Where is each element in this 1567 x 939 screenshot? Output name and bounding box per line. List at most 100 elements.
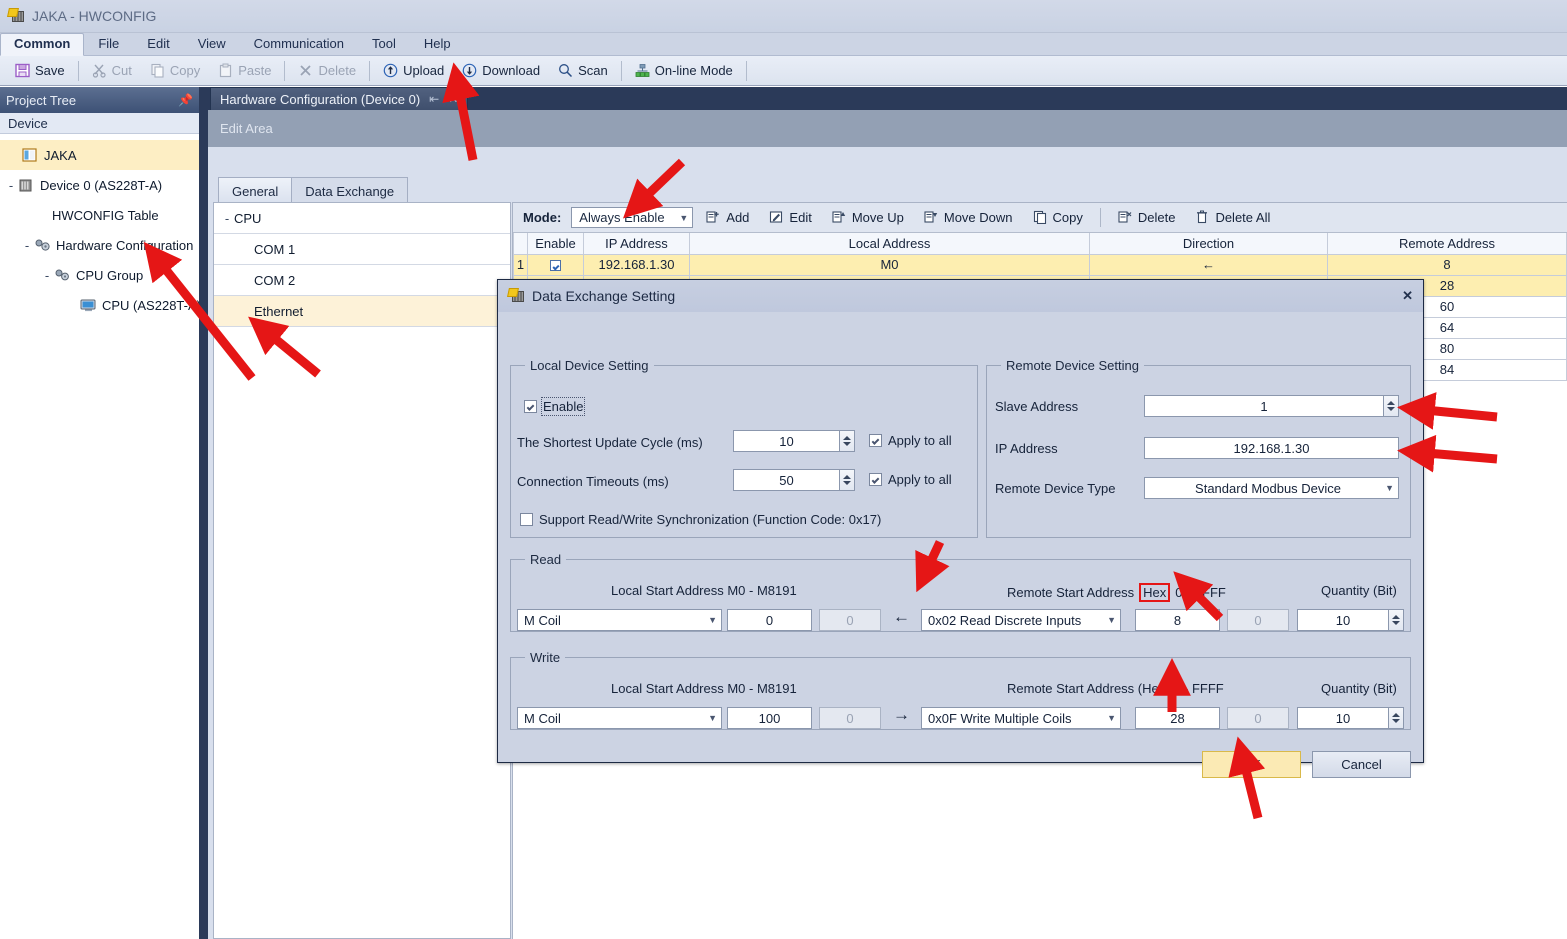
sync-support-row[interactable]: Support Read/Write Synchronization (Func… bbox=[520, 512, 881, 527]
apply-to-all-checkbox[interactable] bbox=[869, 473, 882, 486]
download-button[interactable]: Download bbox=[453, 61, 549, 80]
cpu-port-tree-item-com1[interactable]: COM 1 bbox=[214, 234, 510, 265]
cancel-button[interactable]: Cancel bbox=[1312, 751, 1411, 778]
tab-close-icon[interactable]: ✕ bbox=[448, 92, 458, 106]
project-tree-header: Project Tree 📌 bbox=[0, 87, 199, 113]
column-header-remote-address[interactable]: Remote Address bbox=[1328, 233, 1567, 254]
connection-timeout-apply-all-row[interactable]: Apply to all bbox=[869, 472, 952, 487]
sync-support-checkbox[interactable] bbox=[520, 513, 533, 526]
connection-timeout-spin-buttons[interactable] bbox=[840, 469, 855, 491]
toolbar-separator bbox=[746, 61, 747, 81]
enable-checkbox-row[interactable]: Enable bbox=[524, 399, 583, 414]
panel-splitter[interactable] bbox=[199, 87, 208, 939]
cpu-port-tree-item-ethernet[interactable]: Ethernet bbox=[214, 296, 510, 327]
tree-node-cpu-group[interactable]: - CPU Group bbox=[0, 260, 199, 290]
tree-node-hardware-configuration[interactable]: - Hardware Configuration bbox=[0, 230, 199, 260]
slave-address-stepper[interactable]: 1 bbox=[1144, 395, 1399, 417]
write-local-type-select[interactable]: M Coil ▼ bbox=[517, 707, 722, 729]
cpu-port-tree-item-cpu[interactable]: - CPU bbox=[214, 203, 510, 234]
add-button[interactable]: Add bbox=[699, 210, 756, 225]
slave-address-spin-buttons[interactable] bbox=[1384, 395, 1399, 417]
read-quantity-stepper[interactable]: 10 bbox=[1297, 609, 1404, 631]
copy-button-label: Copy bbox=[170, 63, 200, 78]
delete-all-button[interactable]: Delete All bbox=[1188, 210, 1277, 225]
delete-row-button[interactable]: Delete bbox=[1111, 210, 1183, 225]
tree-expander[interactable]: - bbox=[4, 178, 18, 193]
menu-item-tool[interactable]: Tool bbox=[358, 33, 410, 55]
mode-select[interactable]: Always Enable ▼ bbox=[571, 207, 693, 228]
column-header-direction[interactable]: Direction bbox=[1090, 233, 1328, 254]
edit-button[interactable]: Edit bbox=[762, 210, 818, 225]
save-button[interactable]: Save bbox=[6, 61, 74, 80]
cut-button[interactable]: Cut bbox=[83, 61, 141, 80]
tab-data-exchange[interactable]: Data Exchange bbox=[291, 177, 408, 202]
slave-address-input[interactable]: 1 bbox=[1144, 395, 1384, 417]
update-cycle-input[interactable]: 10 bbox=[733, 430, 840, 452]
online-mode-button[interactable]: On-line Mode bbox=[626, 61, 742, 80]
menu-item-communication[interactable]: Communication bbox=[240, 33, 358, 55]
write-quantity-spin-buttons[interactable] bbox=[1389, 707, 1404, 729]
menu-item-file[interactable]: File bbox=[84, 33, 133, 55]
copy-row-button[interactable]: Copy bbox=[1026, 210, 1090, 225]
tree-node-jaka[interactable]: JAKA bbox=[0, 140, 199, 170]
tree-expander[interactable]: - bbox=[220, 211, 234, 226]
read-remote-start-input[interactable]: 8 bbox=[1135, 609, 1220, 631]
connection-timeout-input[interactable]: 50 bbox=[733, 469, 840, 491]
move-up-button[interactable]: Move Up bbox=[825, 210, 911, 225]
connection-timeout-stepper[interactable]: 50 bbox=[733, 469, 855, 491]
update-cycle-apply-all-row[interactable]: Apply to all bbox=[869, 433, 952, 448]
tab-pin-icon[interactable]: ⇤ bbox=[429, 92, 439, 106]
remote-ip-address-input[interactable]: 192.168.1.30 bbox=[1144, 437, 1399, 459]
write-remote-aux-input: 0 bbox=[1227, 707, 1289, 729]
read-quantity-spin-buttons[interactable] bbox=[1389, 609, 1404, 631]
ok-button[interactable]: OK bbox=[1202, 751, 1301, 778]
menu-item-edit[interactable]: Edit bbox=[133, 33, 183, 55]
read-local-start-input[interactable]: 0 bbox=[727, 609, 812, 631]
upload-button[interactable]: Upload bbox=[374, 61, 453, 80]
write-quantity-stepper[interactable]: 10 bbox=[1297, 707, 1404, 729]
write-remote-start-input[interactable]: 28 bbox=[1135, 707, 1220, 729]
tab-general[interactable]: General bbox=[218, 177, 292, 202]
tree-expander[interactable]: - bbox=[20, 238, 34, 253]
read-remote-header: Remote Start Address Hex 0 - FFFF bbox=[1007, 583, 1226, 602]
update-cycle-spin-buttons[interactable] bbox=[840, 430, 855, 452]
menu-item-common[interactable]: Common bbox=[0, 33, 84, 56]
paste-button[interactable]: Paste bbox=[209, 61, 280, 80]
chevron-down-icon: ▼ bbox=[708, 713, 717, 723]
enable-checkbox[interactable] bbox=[550, 260, 561, 271]
column-header-ip-address[interactable]: IP Address bbox=[584, 233, 690, 254]
copy-button[interactable]: Copy bbox=[141, 61, 209, 80]
read-direction-icon: ← bbox=[893, 607, 910, 627]
update-cycle-stepper[interactable]: 10 bbox=[733, 430, 855, 452]
tree-expander[interactable]: - bbox=[40, 268, 54, 283]
column-header-index[interactable] bbox=[514, 233, 528, 254]
tree-node-hwconfig-table[interactable]: HWCONFIG Table bbox=[0, 200, 199, 230]
delete-button[interactable]: Delete bbox=[289, 61, 365, 80]
write-local-start-input[interactable]: 100 bbox=[727, 707, 812, 729]
cell-enable[interactable] bbox=[528, 254, 584, 275]
column-header-local-address[interactable]: Local Address bbox=[690, 233, 1090, 254]
apply-to-all-checkbox[interactable] bbox=[869, 434, 882, 447]
close-icon[interactable]: ✕ bbox=[1402, 288, 1413, 304]
move-down-button[interactable]: Move Down bbox=[917, 210, 1020, 225]
tree-node-device-0[interactable]: - Device 0 (AS228T-A) bbox=[0, 170, 199, 200]
write-function-code-select[interactable]: 0x0F Write Multiple Coils ▼ bbox=[921, 707, 1121, 729]
column-header-enable[interactable]: Enable bbox=[528, 233, 584, 254]
cpu-port-tree-item-com2[interactable]: COM 2 bbox=[214, 265, 510, 296]
pin-icon[interactable]: 📌 bbox=[178, 93, 193, 107]
read-function-code-select[interactable]: 0x02 Read Discrete Inputs ▼ bbox=[921, 609, 1121, 631]
write-quantity-input[interactable]: 10 bbox=[1297, 707, 1389, 729]
read-local-type-select[interactable]: M Coil ▼ bbox=[517, 609, 722, 631]
paste-button-label: Paste bbox=[238, 63, 271, 78]
menu-item-help[interactable]: Help bbox=[410, 33, 465, 55]
document-tab-hardware-configuration[interactable]: Hardware Configuration (Device 0) ⇤ ✕ bbox=[210, 87, 468, 110]
remote-device-type-select[interactable]: Standard Modbus Device ▼ bbox=[1144, 477, 1399, 499]
dialog-title-bar: Data Exchange Setting ✕ bbox=[498, 280, 1423, 312]
scan-button[interactable]: Scan bbox=[549, 61, 617, 80]
table-row[interactable]: 1 192.168.1.30 M0 ← 8 bbox=[514, 254, 1567, 275]
tree-node-cpu[interactable]: CPU (AS228T-A) bbox=[0, 290, 199, 320]
read-quantity-input[interactable]: 10 bbox=[1297, 609, 1389, 631]
menu-item-view[interactable]: View bbox=[184, 33, 240, 55]
tree-node-label: JAKA bbox=[44, 148, 77, 163]
enable-checkbox[interactable] bbox=[524, 400, 537, 413]
